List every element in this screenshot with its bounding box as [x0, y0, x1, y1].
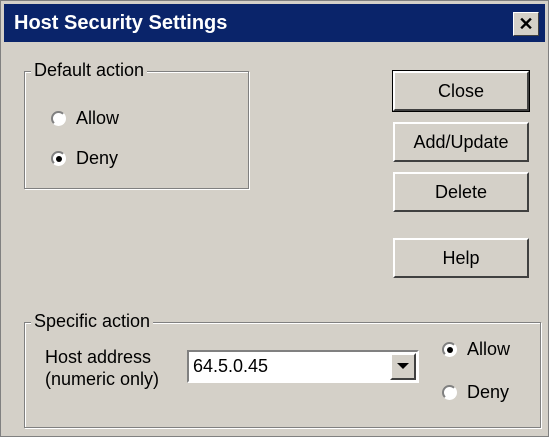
- delete-button[interactable]: Delete: [393, 172, 529, 212]
- host-address-label-line1: Host address: [45, 347, 152, 367]
- host-address-label-line2: (numeric only): [45, 369, 160, 389]
- specific-allow-radio[interactable]: Allow: [442, 339, 510, 360]
- default-action-label: Default action: [31, 60, 148, 81]
- default-allow-radio[interactable]: Allow: [51, 108, 119, 129]
- radio-indicator: [442, 342, 457, 357]
- host-address-label: Host address (numeric only): [45, 346, 159, 390]
- radio-indicator: [51, 151, 66, 166]
- title-bar[interactable]: Host Security Settings ✕: [4, 4, 545, 42]
- specific-action-label: Specific action: [31, 311, 154, 332]
- host-address-combobox[interactable]: 64.5.0.45: [187, 350, 419, 383]
- radio-indicator: [51, 111, 66, 126]
- radio-label: Deny: [467, 382, 510, 402]
- chevron-down-icon: [397, 363, 409, 369]
- help-button[interactable]: Help: [393, 238, 529, 278]
- specific-deny-radio[interactable]: Deny: [442, 382, 509, 403]
- dialog-window: Host Security Settings ✕ Default action …: [0, 0, 549, 437]
- default-action-group: Default action: [24, 60, 249, 189]
- radio-indicator: [442, 385, 457, 400]
- radio-label: Deny: [76, 148, 119, 168]
- radio-label: Allow: [467, 339, 511, 359]
- close-window-button[interactable]: ✕: [513, 12, 539, 36]
- add-update-button[interactable]: Add/Update: [393, 122, 529, 162]
- window-title: Host Security Settings: [14, 12, 228, 34]
- close-icon: ✕: [518, 14, 534, 34]
- radio-label: Allow: [76, 108, 120, 128]
- host-address-value: 64.5.0.45: [193, 356, 269, 376]
- default-deny-radio[interactable]: Deny: [51, 148, 118, 169]
- close-button[interactable]: Close: [392, 70, 530, 112]
- dropdown-button[interactable]: [390, 353, 416, 380]
